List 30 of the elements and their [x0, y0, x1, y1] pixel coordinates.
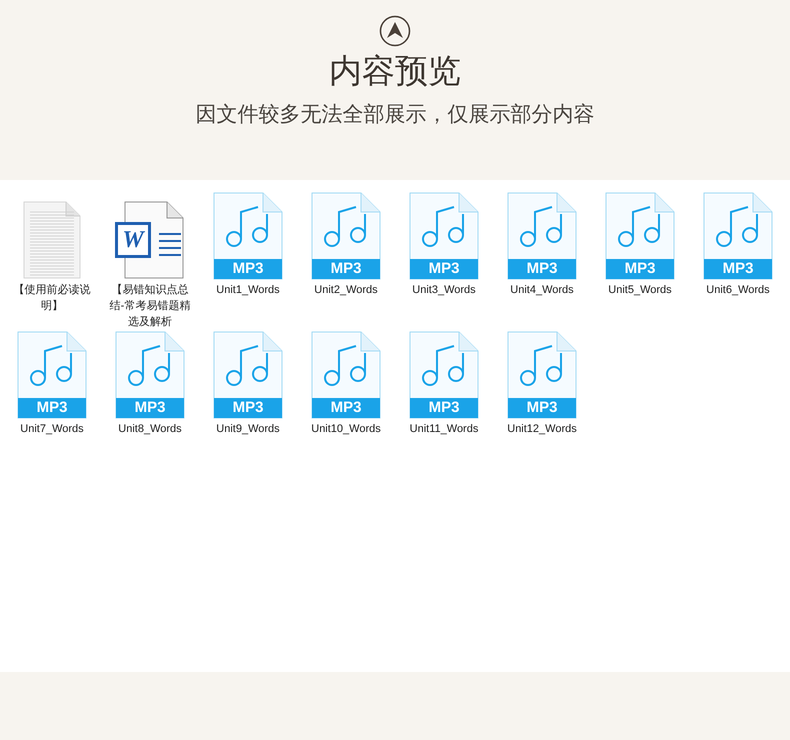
text-file-icon [22, 200, 82, 280]
audio-file-icon: MP3 [507, 331, 577, 419]
audio-file-icon: MP3 [213, 331, 283, 419]
audio-file-icon: MP3 [605, 192, 675, 280]
file-name[interactable]: Unit10_Words [301, 421, 391, 437]
audio-file-icon: MP3 [311, 331, 381, 419]
file-name[interactable]: Unit9_Words [203, 421, 293, 437]
file-name[interactable]: Unit7_Words [7, 421, 97, 437]
file-name[interactable]: Unit3_Words [399, 282, 489, 298]
file-name[interactable]: Unit8_Words [105, 421, 195, 437]
audio-file-icon: MP3 [703, 192, 773, 280]
file-name[interactable]: Unit12_Words [497, 421, 587, 437]
section-subtitle: 因文件较多无法全部展示，仅展示部分内容 [196, 101, 594, 128]
file-name[interactable]: Unit6_Words [693, 282, 783, 298]
audio-file-icon: MP3 [409, 331, 479, 419]
audio-file-icon: MP3 [213, 192, 283, 280]
file-name[interactable]: Unit5_Words [595, 282, 685, 298]
file-name[interactable]: Unit1_Words [203, 282, 293, 298]
file-name[interactable]: Unit11_Words [399, 421, 489, 437]
arrow-up-icon [379, 15, 411, 47]
audio-file-icon: MP3 [311, 192, 381, 280]
file-name[interactable]: Unit4_Words [497, 282, 587, 298]
file-name[interactable]: 【使用前必读说明】 [7, 282, 97, 314]
audio-file-icon: MP3 [17, 331, 87, 419]
audio-file-icon: MP3 [409, 192, 479, 280]
audio-file-icon: MP3 [507, 192, 577, 280]
audio-file-icon: MP3 [115, 331, 185, 419]
section-title: 内容预览 [329, 50, 461, 92]
file-name[interactable]: 【易错知识点总结-常考易错题精选及解析 [105, 282, 195, 330]
file-name[interactable]: Unit2_Words [301, 282, 391, 298]
